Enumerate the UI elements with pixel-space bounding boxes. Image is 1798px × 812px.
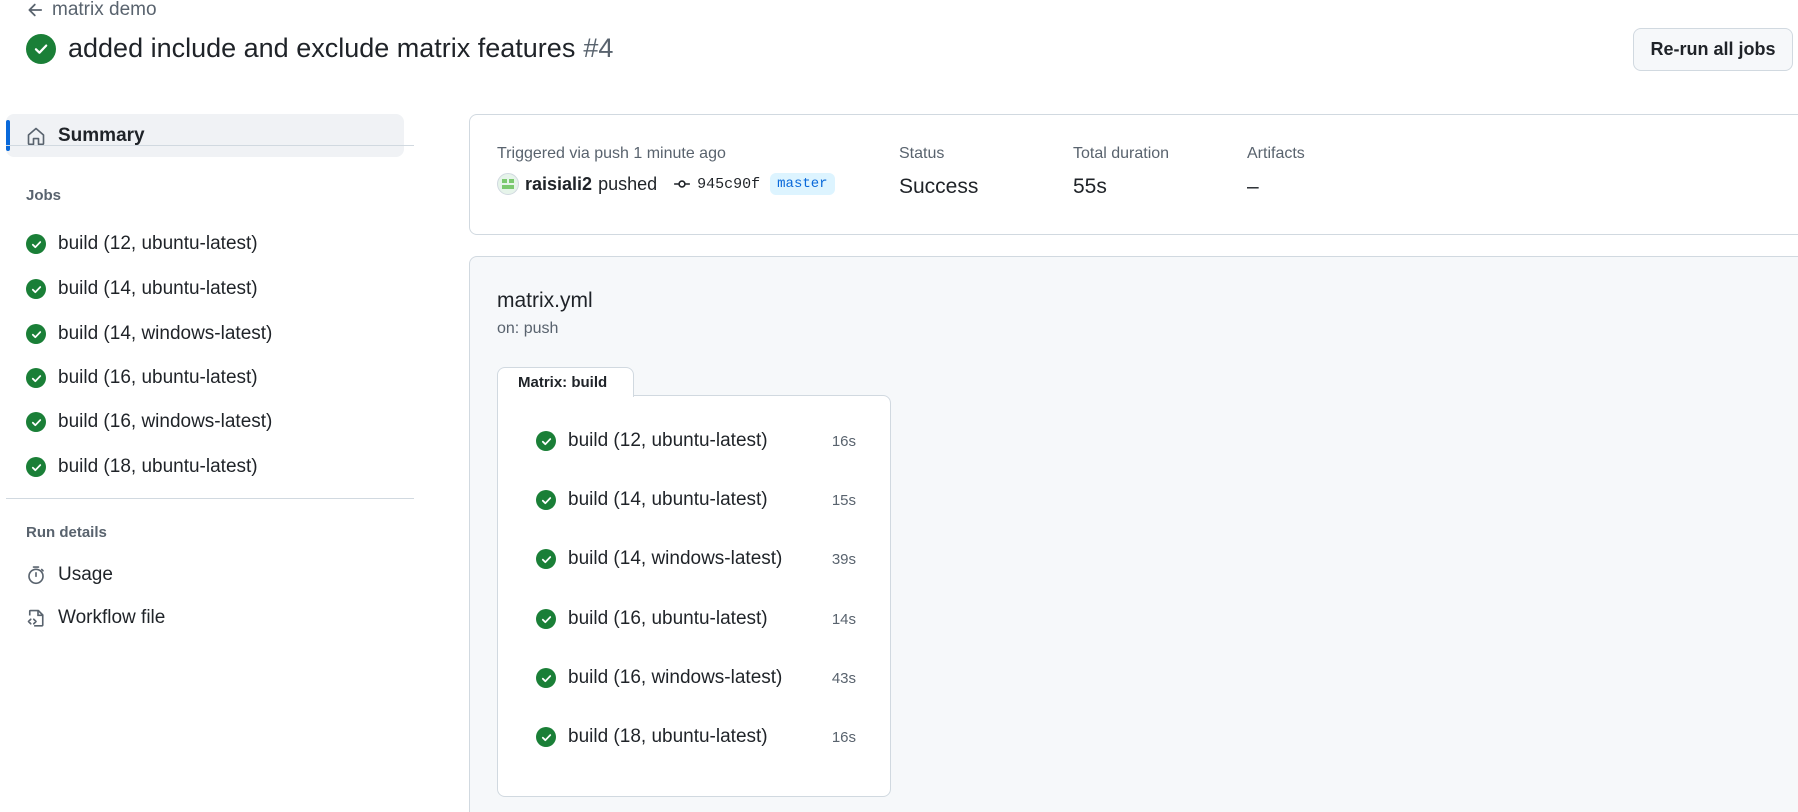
sidebar-job-item[interactable]: build (18, ubuntu-latest) [26,452,258,482]
arrow-left-icon [28,3,43,17]
avatar[interactable] [497,173,519,195]
sidebar-job-item[interactable]: build (12, ubuntu-latest) [26,229,258,259]
success-check-icon [26,412,46,432]
matrix-job[interactable]: build (12, ubuntu-latest) 16s [536,426,856,456]
rerun-all-jobs-button[interactable]: Re-run all jobs [1633,28,1793,71]
sidebar-job-item[interactable]: build (16, windows-latest) [26,407,272,437]
matrix-job-group: build (12, ubuntu-latest) 16s build (14,… [497,395,891,797]
matrix-job[interactable]: build (14, ubuntu-latest) 15s [536,485,856,515]
matrix-job-duration: 16s [831,432,856,450]
matrix-job[interactable]: build (18, ubuntu-latest) 16s [536,722,856,752]
success-check-icon [536,727,556,747]
sidebar-job-label: build (14, windows-latest) [58,323,273,344]
sidebar-job-label: build (16, ubuntu-latest) [58,367,258,388]
sidebar-item-label: Summary [58,124,145,146]
success-check-icon [536,549,556,569]
matrix-job-label: build (14, ubuntu-latest) [568,489,768,510]
artifacts-label: Artifacts [1247,145,1305,162]
workflow-trigger: on: push [497,320,559,337]
matrix-job[interactable]: build (16, ubuntu-latest) 14s [536,604,856,634]
status-label: Status [899,145,945,162]
matrix-job-duration: 14s [831,610,856,628]
matrix-job-duration: 39s [831,550,856,568]
sidebar-item-label: Usage [58,564,113,585]
duration-value[interactable]: 55s [1073,175,1169,199]
workflow-graph: matrix.yml on: push Matrix: build build … [469,256,1798,812]
matrix-job[interactable]: build (16, windows-latest) 43s [536,663,856,693]
success-check-icon [26,234,46,254]
success-check-icon [26,324,46,344]
sidebar-job-label: build (16, windows-latest) [58,411,273,432]
duration-label: Total duration [1073,145,1170,162]
matrix-job-duration: 43s [831,669,856,687]
sidebar-item-usage[interactable]: Usage [26,560,113,590]
push-action-text: pushed [598,173,658,194]
home-icon [27,127,45,145]
stopwatch-icon [28,566,44,585]
run-title-text: added include and exclude matrix feature… [68,33,576,63]
jobs-heading: Jobs [26,187,62,204]
branch-badge[interactable]: master [770,173,835,195]
matrix-job-label: build (12, ubuntu-latest) [568,430,768,451]
matrix-job-label: build (18, ubuntu-latest) [568,726,768,747]
workflow-run-page: matrix demo added include and exclude ma… [0,0,1798,812]
trigger-label: Triggered via push 1 minute ago [497,145,726,162]
status-info: Status Success [899,145,978,199]
sidebar-item-summary[interactable]: Summary [6,114,404,157]
success-check-icon [26,457,46,477]
status-value: Success [899,175,979,198]
duration-info: Total duration 55s [1073,145,1169,199]
success-check-icon [536,609,556,629]
page-title: added include and exclude matrix feature… [26,33,613,64]
matrix-tab[interactable]: Matrix: build [497,367,634,397]
sidebar-divider [6,145,414,146]
back-link[interactable]: matrix demo [26,0,157,20]
sidebar-divider [6,498,414,499]
success-check-icon [536,490,556,510]
sidebar-job-label: build (12, ubuntu-latest) [58,233,258,254]
artifacts-value: – [1247,175,1259,198]
trigger-info: Triggered via push 1 minute ago raisiali… [497,145,835,195]
run-details-heading: Run details [26,524,107,541]
actor-link[interactable]: raisiali2 [525,174,592,195]
matrix-job-label: build (16, windows-latest) [568,667,783,688]
success-check-icon [26,279,46,299]
sidebar-job-label: build (18, ubuntu-latest) [58,456,258,477]
commit-sha: 945c90f [697,175,761,193]
commit-link[interactable]: 945c90f [673,175,760,193]
sidebar-item-workflow-file[interactable]: Workflow file [26,603,165,633]
matrix-job-label: build (14, windows-latest) [568,548,783,569]
success-check-icon [536,431,556,451]
sidebar-job-item[interactable]: build (16, ubuntu-latest) [26,363,258,393]
success-check-icon [536,668,556,688]
matrix-job-label: build (16, ubuntu-latest) [568,608,768,629]
sidebar-item-label: Workflow file [58,607,166,628]
matrix-job[interactable]: build (14, windows-latest) 39s [536,544,856,574]
artifacts-info: Artifacts – [1247,145,1305,199]
sidebar-job-item[interactable]: build (14, ubuntu-latest) [26,274,258,304]
run-summary-card: Triggered via push 1 minute ago raisiali… [469,114,1798,235]
matrix-job-duration: 15s [831,491,856,509]
file-code-icon [27,609,44,627]
sidebar-job-item[interactable]: build (14, windows-latest) [26,319,272,349]
matrix-job-duration: 16s [831,728,856,746]
run-number: #4 [583,33,614,63]
git-commit-icon [674,180,690,188]
workflow-name: matrix.yml [497,289,593,312]
success-check-icon [26,368,46,388]
success-check-icon [26,33,56,64]
sidebar-job-label: build (14, ubuntu-latest) [58,278,258,299]
back-link-label: matrix demo [52,0,157,20]
